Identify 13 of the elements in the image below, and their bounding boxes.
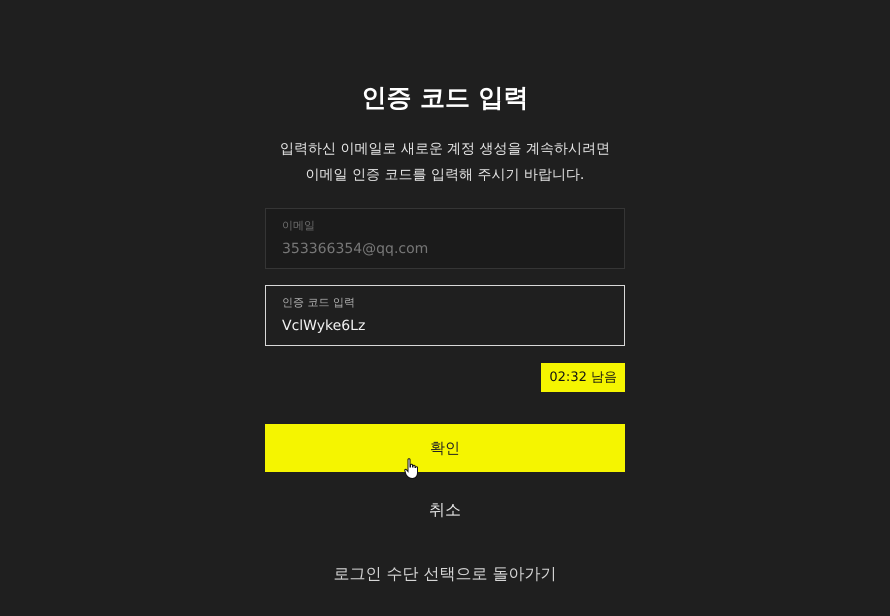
description-text: 이메일 인증 코드를 입력해 주시기 바랍니다. <box>306 166 584 185</box>
confirm-button[interactable]: 확인 <box>265 424 625 472</box>
field-value: 353366354@qq.com <box>282 240 430 259</box>
description-text: 입력하신 이메일로 새로운 계정 생성을 계속하시려면 <box>280 140 610 159</box>
input-field[interactable]: 인증 코드 입력 VclWyke6Lz <box>265 285 625 346</box>
page-title: 인증 코드 입력 <box>361 82 529 114</box>
back-link[interactable]: 로그인 수단 선택으로 돌아가기 <box>333 562 557 586</box>
cancel-button[interactable]: 취소 <box>429 498 461 522</box>
hand-cursor-icon <box>404 458 420 480</box>
field-value: VclWyke6Lz <box>282 317 366 336</box>
field-label: 이메일 <box>282 219 316 233</box>
timer-badge: 02:32 남음 <box>541 363 625 392</box>
field-label: 인증 코드 입력 <box>282 296 356 310</box>
